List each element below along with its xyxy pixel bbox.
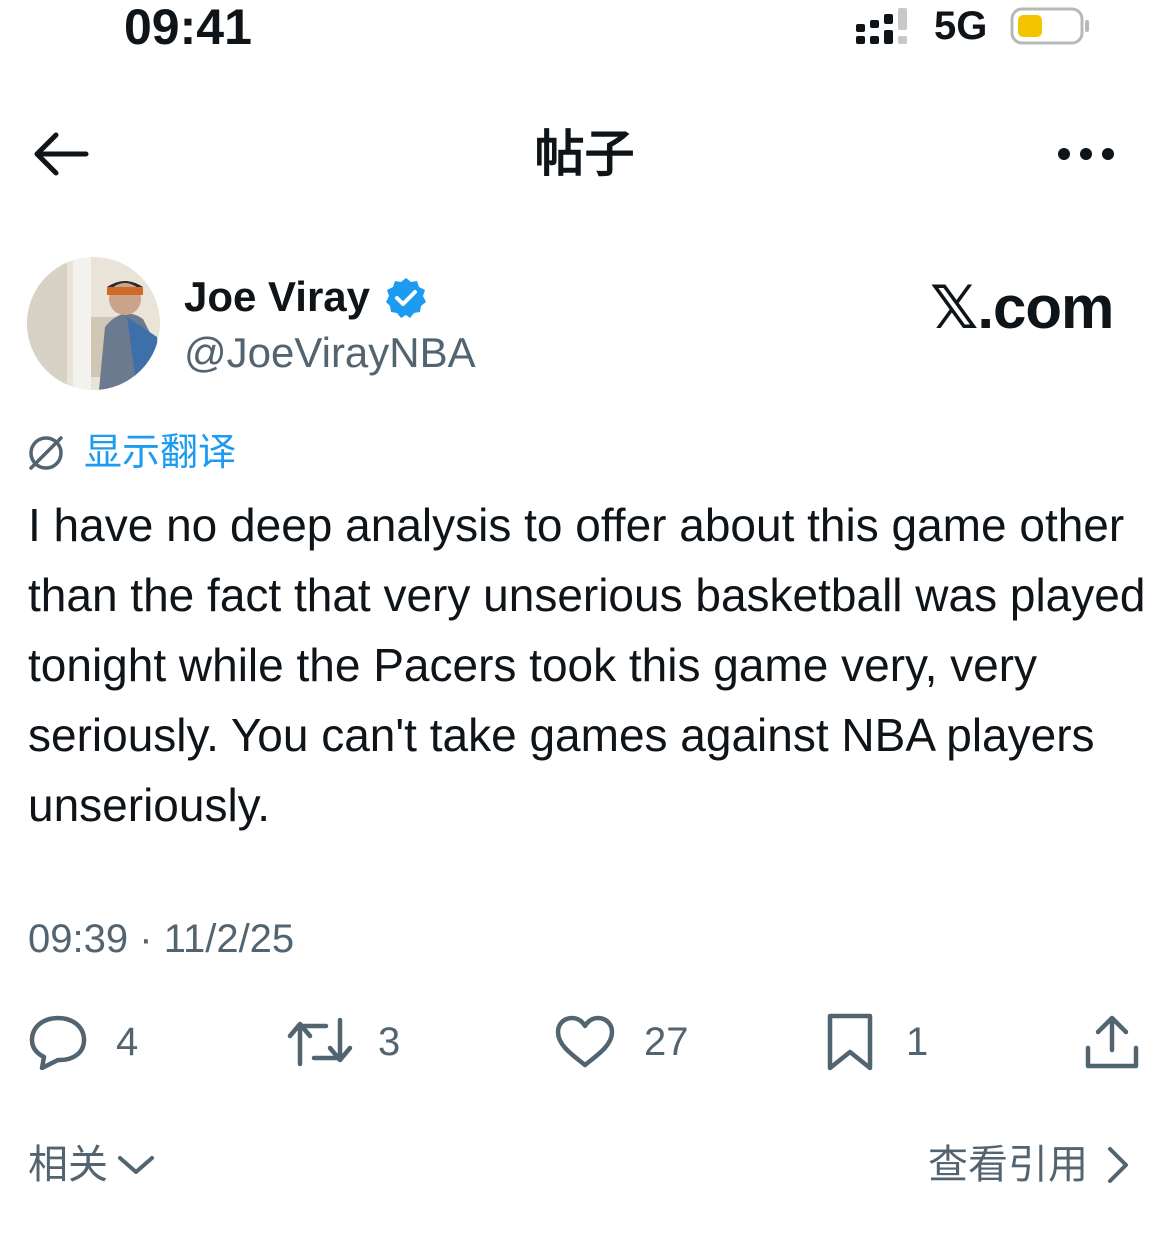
- like-button[interactable]: 27: [554, 1010, 689, 1074]
- repost-button[interactable]: 3: [286, 1010, 400, 1074]
- brand-watermark: 𝕏.com: [930, 274, 1114, 341]
- repost-icon: [287, 1017, 353, 1067]
- tweet-time[interactable]: 09:39: [28, 917, 128, 961]
- show-translation-label: 显示翻译: [84, 432, 237, 474]
- timestamp-separator: ·: [139, 917, 153, 961]
- reply-button[interactable]: 4: [28, 1010, 138, 1074]
- page-title: 帖子: [534, 126, 635, 182]
- related-label: 相关: [28, 1143, 108, 1187]
- show-translation-button[interactable]: 显示翻译: [26, 430, 236, 476]
- like-count: 27: [644, 1020, 689, 1064]
- bookmark-count: 1: [906, 1020, 929, 1064]
- author-handle[interactable]: @JoeVirayNBA: [184, 328, 476, 378]
- more-options-icon[interactable]: [1056, 140, 1116, 168]
- verified-badge-icon: [386, 278, 426, 318]
- reply-count: 4: [116, 1020, 139, 1064]
- chevron-down-icon: [118, 1156, 154, 1174]
- signal-icon: [856, 8, 907, 44]
- author-name[interactable]: Joe Viray: [184, 272, 370, 322]
- related-dropdown[interactable]: 相关: [28, 1138, 156, 1192]
- tweet-timestamp: 09:39 · 11/2/25: [28, 914, 294, 964]
- bookmark-button[interactable]: 1: [824, 1010, 928, 1074]
- avatar[interactable]: [27, 257, 160, 390]
- chevron-right-icon: [1108, 1147, 1128, 1183]
- tweet-text: I have no deep analysis to offer about t…: [28, 499, 1146, 831]
- view-quotes-link[interactable]: 查看引用: [928, 1138, 1132, 1192]
- tweet-date[interactable]: 11/2/25: [164, 917, 295, 961]
- network-label: 5G: [934, 4, 988, 48]
- share-button[interactable]: [1084, 1010, 1140, 1074]
- translate-off-icon: [29, 436, 63, 470]
- bookmark-icon: [827, 1013, 873, 1071]
- reply-icon: [29, 1015, 87, 1070]
- battery-icon: [1010, 7, 1089, 45]
- share-icon: [1085, 1015, 1139, 1069]
- repost-count: 3: [378, 1020, 401, 1064]
- status-time: 09:41: [124, 0, 252, 55]
- heart-icon: [555, 1015, 615, 1068]
- view-quotes-label: 查看引用: [928, 1143, 1088, 1187]
